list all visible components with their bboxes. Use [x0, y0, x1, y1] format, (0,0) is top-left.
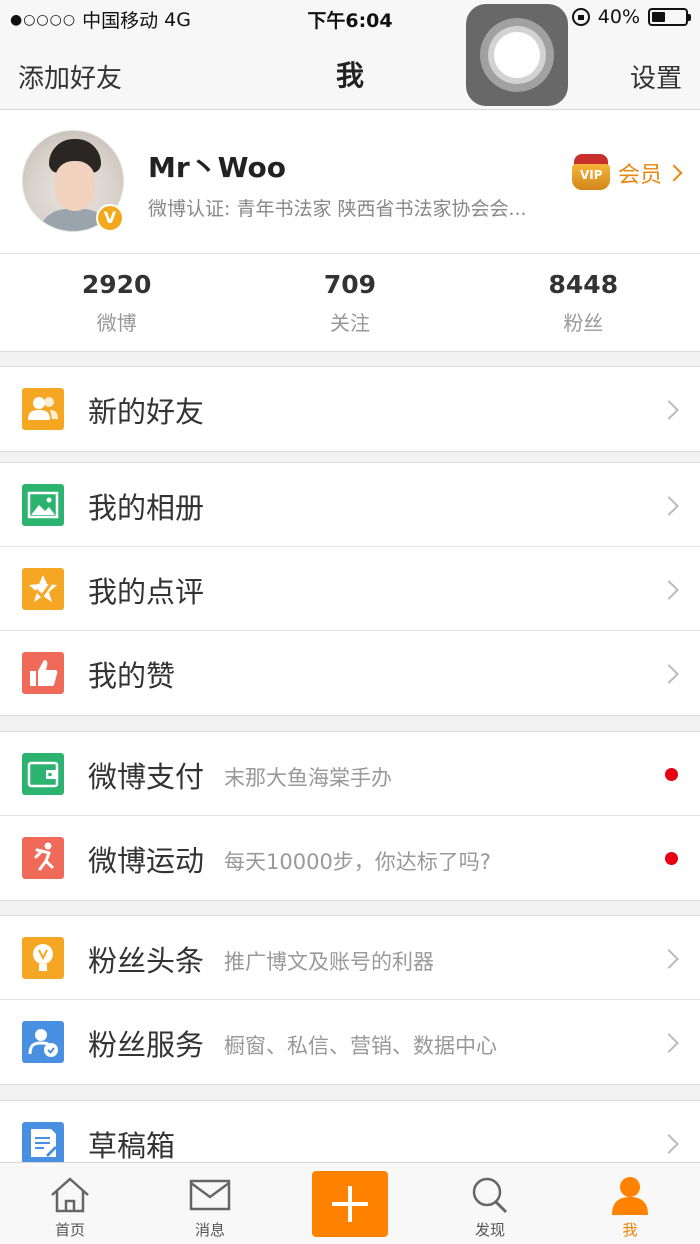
review-star-icon	[22, 568, 64, 610]
chevron-right-icon	[659, 580, 679, 601]
tab-me[interactable]: 我	[560, 1163, 700, 1244]
tab-compose[interactable]	[280, 1163, 420, 1244]
stat-weibo[interactable]: 2920 微博	[0, 254, 233, 351]
plus-icon	[312, 1171, 388, 1237]
running-icon	[22, 837, 64, 879]
page-title: 我	[335, 59, 364, 92]
menu-group: 粉丝头条 推广博文及账号的利器 粉丝服务 橱窗、私信、营销、数据中心	[0, 915, 700, 1085]
chevron-right-icon	[659, 949, 679, 970]
stat-following[interactable]: 709 关注	[233, 254, 466, 351]
menu-row[interactable]: 我的赞	[0, 631, 700, 715]
menu-row[interactable]: 微博支付 末那大鱼海棠手办	[0, 732, 700, 816]
stat-followers[interactable]: 8448 粉丝	[467, 254, 700, 351]
chevron-right-icon	[665, 164, 683, 182]
rotation-lock-icon	[571, 8, 590, 26]
stat-number: 2920	[81, 270, 152, 299]
chevron-right-icon	[659, 1033, 679, 1054]
menu-row-subtitle: 末那大鱼海棠手办	[224, 766, 392, 790]
chevron-right-icon	[659, 496, 679, 517]
menu-group: 微博支付 末那大鱼海棠手办 微博运动 每天10000步，你达标了吗?	[0, 731, 700, 901]
menu-row-label: 我的相册	[88, 491, 205, 525]
menu-row-label: 我的赞	[88, 659, 176, 693]
menu-row-label: 我的点评	[88, 575, 205, 609]
chevron-right-icon	[659, 664, 679, 685]
battery-icon	[648, 8, 691, 26]
friends-icon	[22, 388, 64, 430]
menu-row[interactable]: 粉丝服务 橱窗、私信、营销、数据中心	[0, 1000, 700, 1084]
vip-label: 会员	[618, 163, 663, 188]
status-bar: ●○○○○ 中国移动 4G 下午6:04 40%	[0, 0, 700, 36]
menu-row[interactable]: 粉丝头条 推广博文及账号的利器	[0, 916, 700, 1000]
profile-stats: 2920 微博 709 关注 8448 粉丝	[0, 254, 700, 352]
menu-row[interactable]: 微博运动 每天10000步，你达标了吗?	[0, 816, 700, 900]
tab-label: 发现	[474, 1221, 505, 1239]
vip-crown-icon: VIP	[570, 154, 612, 192]
stat-label: 关注	[329, 311, 370, 335]
home-icon	[51, 1177, 89, 1213]
thumbs-up-icon	[22, 652, 64, 694]
menu-row[interactable]: 我的点评	[0, 547, 700, 631]
menu-group: 我的相册我的点评我的赞	[0, 462, 700, 716]
notification-dot-icon	[665, 852, 678, 865]
tab-home[interactable]: 首页	[0, 1163, 140, 1244]
verified-badge-icon: V	[96, 204, 124, 232]
menu-row-label: 粉丝服务	[88, 1028, 205, 1062]
tab-label: 首页	[54, 1221, 85, 1239]
tab-label: 消息	[194, 1221, 225, 1239]
stat-label: 粉丝	[563, 311, 604, 335]
menu-row-label: 草稿箱	[88, 1129, 176, 1163]
message-icon	[189, 1179, 231, 1211]
stat-number: 8448	[548, 270, 619, 299]
chevron-right-icon	[659, 400, 679, 421]
menu-row[interactable]: 我的相册	[0, 463, 700, 547]
menu-row-subtitle: 推广博文及账号的利器	[224, 950, 434, 974]
wallet-icon	[22, 753, 64, 795]
menu-group: 新的好友	[0, 366, 700, 452]
stat-label: 微博	[96, 311, 137, 335]
battery-percent: 40%	[597, 6, 640, 28]
profile-header[interactable]: V Mr丶Woo 微博认证: 青年书法家 陕西省书法家协会会... VIP 会员	[0, 110, 700, 254]
stat-number: 709	[323, 270, 377, 299]
nav-bar: 添加好友 我 设置	[0, 36, 700, 110]
drafts-icon	[22, 1122, 64, 1164]
profile-verification: 微博认证: 青年书法家 陕西省书法家协会会...	[148, 198, 527, 220]
menu-row-subtitle: 橱窗、私信、营销、数据中心	[224, 1034, 497, 1058]
profile-icon	[612, 1177, 648, 1215]
menu-row[interactable]: 新的好友	[0, 367, 700, 451]
search-icon	[472, 1177, 508, 1214]
chevron-right-icon	[659, 1134, 679, 1155]
vip-membership-link[interactable]: VIP 会员	[570, 154, 683, 192]
settings-button[interactable]: 设置	[630, 58, 682, 95]
tab-bar: 首页 消息 发现 我	[0, 1162, 700, 1244]
album-icon	[22, 484, 64, 526]
tab-messages[interactable]: 消息	[140, 1163, 280, 1244]
fan-service-icon	[22, 1021, 64, 1063]
tab-label: 我	[622, 1221, 638, 1239]
menu-row-label: 粉丝头条	[88, 944, 205, 978]
menu-row-label: 微博支付	[88, 760, 205, 794]
lightbulb-icon	[22, 937, 64, 979]
menu-row-label: 新的好友	[88, 395, 205, 429]
menu-row-label: 微博运动	[88, 844, 205, 878]
profile-name: Mr丶Woo	[148, 151, 287, 184]
assistive-touch-button[interactable]	[466, 4, 568, 106]
tab-discover[interactable]: 发现	[420, 1163, 560, 1244]
notification-dot-icon	[665, 768, 678, 781]
menu-row-subtitle: 每天10000步，你达标了吗?	[224, 850, 491, 874]
